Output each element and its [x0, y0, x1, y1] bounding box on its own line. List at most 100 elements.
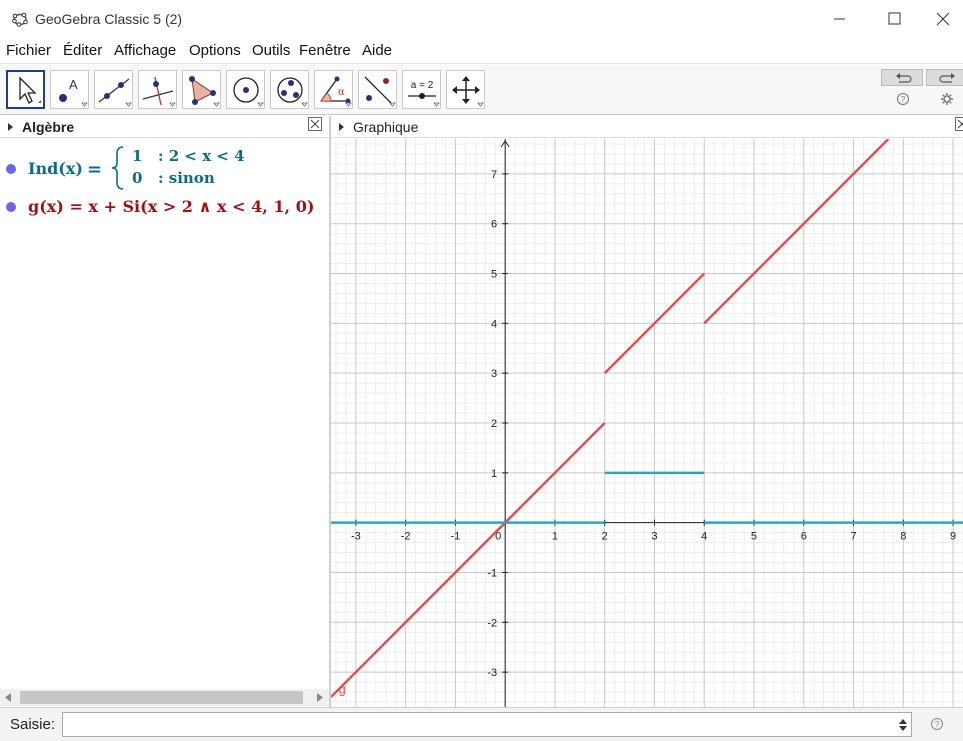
- ind-case1-condition: : 2 < x < 4: [158, 147, 245, 165]
- slider-tool-button[interactable]: a = 2: [402, 70, 441, 109]
- move-arrow-icon: [19, 76, 41, 104]
- help-icon[interactable]: ?: [896, 92, 910, 106]
- scroll-left-icon[interactable]: [4, 693, 12, 702]
- menu-affichage[interactable]: Affichage: [114, 42, 176, 59]
- graphics-close-icon[interactable]: [955, 117, 963, 131]
- algebra-scrollbar-thumb[interactable]: [20, 691, 303, 704]
- graphics-panel-title: Graphique: [353, 119, 419, 135]
- y-tick-label: 5: [491, 269, 497, 281]
- svg-text:?: ?: [935, 720, 940, 729]
- algebra-item-ind[interactable]: Ind(x) = 1 : 2 < x < 4 0 : sinon: [0, 145, 329, 193]
- close-icon: [936, 12, 950, 26]
- x-tick-label: 9: [950, 531, 956, 543]
- undo-button[interactable]: [881, 69, 923, 86]
- geogebra-logo-icon: [12, 12, 28, 27]
- x-tick-label: -1: [451, 531, 461, 543]
- graphics-panel-header: Graphique: [331, 116, 963, 138]
- line-tool-button[interactable]: [94, 70, 133, 109]
- input-help-icon[interactable]: ?: [930, 717, 944, 731]
- series-g-segment: [331, 422, 606, 698]
- close-button[interactable]: [923, 6, 963, 32]
- ind-case2-condition: : sinon: [158, 169, 215, 187]
- line-icon: [98, 78, 132, 107]
- slider-icon-label: a = 2: [411, 80, 434, 91]
- x-tick-label: -3: [351, 531, 361, 543]
- x-tick-label: 1: [552, 531, 558, 543]
- move-tool-button[interactable]: [6, 70, 45, 109]
- ind-lhs: Ind(x): [28, 159, 83, 178]
- input-history-icon[interactable]: [898, 718, 908, 732]
- menu-editer[interactable]: Éditer: [63, 42, 102, 59]
- ind-case1-value: 1: [132, 147, 143, 165]
- redo-button[interactable]: [926, 69, 963, 86]
- y-tick-label: 6: [491, 219, 497, 231]
- x-tick-label: 8: [900, 531, 906, 543]
- grid-major: [331, 139, 963, 707]
- algebra-horizontal-scrollbar[interactable]: [0, 689, 329, 706]
- toolbar: A α a = 2 ?: [0, 65, 963, 115]
- menu-outils[interactable]: Outils: [252, 42, 290, 59]
- y-tick-label: 7: [491, 169, 497, 181]
- slider-icon: a = 2: [408, 80, 440, 107]
- settings-gear-icon[interactable]: [940, 92, 954, 106]
- reflect-tool-button[interactable]: [358, 70, 397, 109]
- title-bar: GeoGebra Classic 5 (2): [0, 0, 963, 38]
- input-bar: Saisie: ?: [0, 707, 963, 741]
- conic-tool-button[interactable]: [270, 70, 309, 109]
- perpendicular-tool-button[interactable]: [138, 70, 177, 109]
- angle-tool-button[interactable]: α: [314, 70, 353, 109]
- move-graphics-tool-button[interactable]: [446, 70, 485, 109]
- minimize-icon: [834, 18, 845, 20]
- menu-fichier[interactable]: Fichier: [6, 42, 51, 59]
- y-tick-label: 1: [491, 468, 497, 480]
- menu-fenetre[interactable]: Fenêtre: [299, 42, 351, 59]
- curve-label-g: g: [338, 682, 345, 697]
- polygon-icon: [189, 76, 220, 107]
- svg-text:?: ?: [901, 95, 906, 104]
- function-plot[interactable]: -3 -2 -1 0 1 2 3 4 5 6 7 8 9-3-2-11234567 g: [331, 139, 963, 707]
- circle-icon: [233, 77, 264, 107]
- undo-icon: [896, 73, 912, 83]
- x-tick-label: -2: [401, 531, 411, 543]
- svg-text:A: A: [69, 77, 78, 92]
- x-tick-label: 5: [751, 531, 757, 543]
- circle-tool-button[interactable]: [226, 70, 265, 109]
- redo-icon: [939, 73, 955, 83]
- piecewise-brace-icon: [111, 146, 124, 190]
- svg-text:α: α: [338, 87, 345, 98]
- graphics-collapse-icon[interactable]: [339, 123, 344, 131]
- menu-options[interactable]: Options: [189, 42, 241, 59]
- perpendicular-line-icon: [142, 76, 176, 107]
- visibility-toggle-g[interactable]: [6, 202, 16, 212]
- g-expression: g(x) = x + Si(x > 2 ∧ x < 4, 1, 0): [28, 197, 315, 216]
- x-tick-label: 4: [701, 531, 707, 543]
- series-g-segment: [703, 139, 890, 325]
- y-tick-label: 3: [491, 368, 497, 380]
- y-tick-label: 2: [491, 418, 497, 430]
- y-tick-label: -1: [487, 567, 497, 579]
- algebra-view: Ind(x) = 1 : 2 < x < 4 0 : sinon g(x) = …: [0, 139, 329, 688]
- move-graphics-icon: [452, 76, 484, 107]
- algebra-panel-header: Algèbre: [0, 116, 329, 138]
- ind-case2-value: 0: [132, 169, 143, 187]
- point-tool-button[interactable]: A: [50, 70, 89, 109]
- y-tick-label: -2: [487, 617, 497, 629]
- maximize-button[interactable]: [874, 6, 914, 32]
- menu-bar: Fichier Éditer Affichage Options Outils …: [0, 38, 963, 64]
- graphics-view[interactable]: -3 -2 -1 0 1 2 3 4 5 6 7 8 9 -3 -2 -1 1 2 3 4 5 6 7 g: [331, 139, 963, 707]
- scroll-right-icon[interactable]: [316, 693, 324, 702]
- algebra-collapse-icon[interactable]: [8, 123, 13, 131]
- minimize-button[interactable]: [820, 6, 860, 32]
- algebra-panel-title: Algèbre: [22, 119, 75, 135]
- input-label: Saisie:: [10, 716, 56, 733]
- x-tick-label: 7: [850, 531, 856, 543]
- algebra-item-g[interactable]: g(x) = x + Si(x > 2 ∧ x < 4, 1, 0): [0, 195, 329, 221]
- conic-icon: [277, 77, 308, 107]
- point-icon: A: [59, 77, 88, 107]
- algebra-close-icon[interactable]: [308, 117, 322, 131]
- menu-aide[interactable]: Aide: [362, 42, 392, 59]
- polygon-tool-button[interactable]: [182, 70, 221, 109]
- input-field[interactable]: [62, 712, 912, 737]
- x-tick-label: 2: [602, 531, 608, 543]
- visibility-toggle-ind[interactable]: [6, 164, 16, 174]
